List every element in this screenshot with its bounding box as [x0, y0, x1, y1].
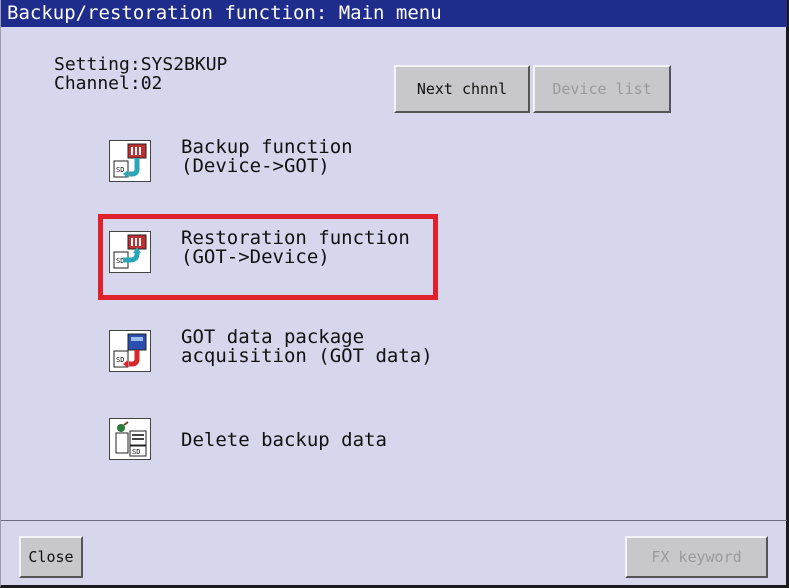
close-button[interactable]: Close: [19, 536, 83, 578]
backup-icon[interactable]: SD: [109, 140, 151, 182]
setting-label: Setting:SYS2BKUP: [54, 54, 228, 75]
menu-item-data-package[interactable]: SD GOT data package acquisition (GOT dat…: [109, 327, 449, 377]
menu-item-label: Delete backup data: [181, 429, 387, 451]
menu-item-backup[interactable]: SD Backup function (Device->GOT): [109, 137, 409, 187]
delete-data-icon[interactable]: SD: [109, 418, 151, 460]
menu-item-label: GOT data package: [181, 326, 365, 348]
menu-item-delete-backup[interactable]: SD Delete backup data: [109, 418, 409, 464]
svg-text:SD: SD: [116, 166, 124, 174]
svg-text:SD: SD: [116, 356, 124, 364]
menu-item-label: Backup function: [181, 136, 353, 158]
window-title: Backup/restoration function: Main menu: [1, 0, 787, 27]
svg-text:SD: SD: [132, 448, 140, 456]
package-acquisition-icon[interactable]: SD: [109, 330, 151, 372]
fx-keyword-button[interactable]: FX keyword: [625, 536, 768, 578]
main-menu-screen: Backup/restoration function: Main menu S…: [0, 0, 789, 588]
bottom-divider: [1, 520, 787, 521]
menu-item-sublabel: (Device->GOT): [181, 155, 330, 177]
selection-highlight: [98, 214, 438, 300]
device-list-button[interactable]: Device list: [533, 65, 671, 113]
menu-item-sublabel: acquisition (GOT data): [181, 345, 433, 367]
next-channel-button[interactable]: Next chnnl: [394, 65, 530, 113]
channel-label: Channel:02: [54, 73, 163, 94]
